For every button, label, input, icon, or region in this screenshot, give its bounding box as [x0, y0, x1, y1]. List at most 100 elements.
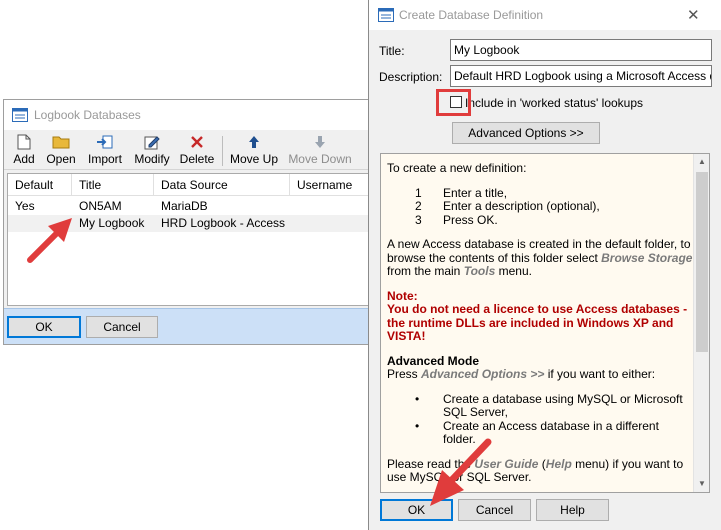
open-label: Open	[46, 152, 76, 166]
row-username	[290, 198, 297, 215]
logbook-button-bar: OK Cancel	[4, 308, 372, 344]
window-icon	[378, 8, 394, 25]
list-item: • Create a database using MySQL or Micros…	[387, 391, 693, 420]
guide-paragraph: Please read the User Guide (Help menu) i…	[387, 456, 693, 485]
move-down-label: Move Down	[288, 152, 352, 166]
description-input[interactable]: Default HRD Logbook using a Microsoft Ac…	[450, 65, 712, 87]
advanced-options-button[interactable]: Advanced Options >>	[452, 122, 600, 144]
text-run: if you want to either:	[544, 367, 656, 381]
bullet: •	[415, 391, 420, 406]
logbook-databases-window: Logbook Databases Add Open Import Modify	[3, 99, 373, 345]
steps-list: 1 Enter a title, 2 Enter a description (op…	[387, 185, 693, 228]
text-emphasis: User Guide	[474, 456, 539, 471]
text-emphasis: Browse Storage	[601, 250, 693, 265]
list-header: Default Title Data Source Username	[8, 174, 368, 196]
description-label: Description:	[379, 70, 443, 84]
step-text: Press OK.	[443, 212, 498, 227]
modify-button[interactable]: Modify	[130, 134, 174, 168]
import-label: Import	[87, 152, 122, 166]
text-run: Please read the	[387, 456, 475, 471]
open-button[interactable]: Open	[44, 134, 78, 168]
modify-icon	[130, 134, 174, 150]
dialog-titlebar[interactable]: Create Database Definition ✕	[369, 0, 721, 30]
access-paragraph: A new Access database is created in the …	[387, 237, 693, 279]
arrow-up-icon	[228, 134, 280, 150]
row-title: My Logbook	[79, 216, 145, 230]
text-emphasis: Help	[545, 456, 572, 471]
logbook-list[interactable]: Default Title Data Source Username Yes O…	[7, 173, 369, 306]
scroll-thumb[interactable]	[696, 172, 708, 352]
advanced-paragraph: Advanced Mode Press Advanced Options >> …	[387, 353, 693, 382]
row-data-source: HRD Logbook - Access	[161, 216, 286, 230]
text-run: (	[538, 456, 546, 471]
delete-button[interactable]: Delete	[179, 134, 215, 168]
create-database-dialog: Create Database Definition ✕ Title: My L…	[368, 0, 721, 530]
info-text: To create a new definition: 1 Enter a tit…	[381, 154, 693, 492]
delete-icon	[179, 134, 215, 150]
step-number: 2	[415, 199, 422, 213]
dialog-ok-button[interactable]: OK	[380, 499, 453, 521]
list-item: 1 Enter a title,	[387, 185, 693, 201]
list-item: 3 Press OK.	[387, 212, 693, 228]
note-text: You do not need a licence to use Access …	[387, 302, 688, 343]
info-panel: To create a new definition: 1 Enter a tit…	[380, 153, 710, 493]
logbook-ok-button[interactable]: OK	[7, 316, 81, 338]
text-run: Press	[387, 367, 422, 381]
row-username	[290, 215, 297, 232]
text-run: from the main	[387, 264, 464, 278]
delete-label: Delete	[179, 152, 215, 166]
scroll-down-icon[interactable]: ▼	[694, 476, 709, 492]
move-up-button[interactable]: Move Up	[228, 134, 280, 168]
worked-status-label: Include in 'worked status' lookups	[465, 96, 644, 110]
text-emphasis: Tools	[463, 264, 496, 278]
logbook-window-titlebar[interactable]: Logbook Databases	[4, 100, 372, 130]
list-item: 2 Enter a description (optional),	[387, 199, 693, 214]
table-row[interactable]: My Logbook HRD Logbook - Access	[8, 215, 368, 232]
move-up-label: Move Up	[229, 152, 279, 166]
column-header-default[interactable]: Default	[8, 174, 72, 196]
scroll-up-icon[interactable]: ▲	[694, 154, 709, 170]
advanced-text: Press Advanced Options >> if you want to…	[387, 367, 693, 382]
step-number: 1	[415, 185, 422, 200]
column-header-data-source[interactable]: Data Source	[154, 174, 290, 196]
add-button[interactable]: Add	[10, 134, 38, 168]
import-button[interactable]: Import	[84, 134, 126, 168]
table-row[interactable]: Yes ON5AM MariaDB	[8, 198, 368, 215]
title-label: Title:	[379, 44, 405, 58]
bullet: •	[415, 418, 420, 433]
column-header-title[interactable]: Title	[72, 174, 154, 196]
column-header-username[interactable]: Username	[290, 174, 370, 196]
close-icon[interactable]: ✕	[687, 6, 700, 24]
bullet-list: • Create a database using MySQL or Micros…	[387, 391, 693, 447]
step-number: 3	[415, 212, 422, 227]
list-item: • Create an Access database in a differen…	[387, 418, 693, 447]
note-paragraph: Note: You do not need a licence to use A…	[387, 288, 693, 344]
advanced-title: Advanced Mode	[387, 353, 480, 368]
toolbar-separator	[222, 136, 223, 166]
row-data-source: MariaDB	[161, 199, 208, 213]
step-text: Enter a title,	[443, 185, 508, 200]
dialog-cancel-button[interactable]: Cancel	[458, 499, 531, 521]
vertical-scrollbar[interactable]: ▲ ▼	[693, 154, 709, 492]
note-title: Note:	[387, 288, 418, 303]
open-folder-icon	[44, 134, 78, 150]
row-default: Yes	[15, 199, 35, 213]
step-text: Enter a description (optional),	[443, 199, 600, 213]
move-down-button[interactable]: Move Down	[286, 134, 354, 168]
row-default	[8, 215, 15, 232]
modify-label: Modify	[134, 152, 170, 166]
add-icon	[10, 134, 38, 150]
add-label: Add	[13, 152, 35, 166]
dialog-help-button[interactable]: Help	[536, 499, 609, 521]
logbook-window-title: Logbook Databases	[34, 108, 141, 122]
bullet-text: Create a database using MySQL or Microso…	[443, 391, 683, 419]
window-icon	[12, 108, 28, 125]
bullet-text: Create an Access database in a different…	[443, 418, 659, 446]
row-title: ON5AM	[79, 199, 122, 213]
text-emphasis: Advanced Options >>	[421, 367, 545, 381]
import-icon	[84, 134, 126, 150]
logbook-toolbar: Add Open Import Modify Delete Move Up Mo…	[4, 130, 372, 170]
logbook-cancel-button[interactable]: Cancel	[86, 316, 158, 338]
dialog-title: Create Database Definition	[399, 8, 544, 22]
title-input[interactable]: My Logbook	[450, 39, 712, 61]
